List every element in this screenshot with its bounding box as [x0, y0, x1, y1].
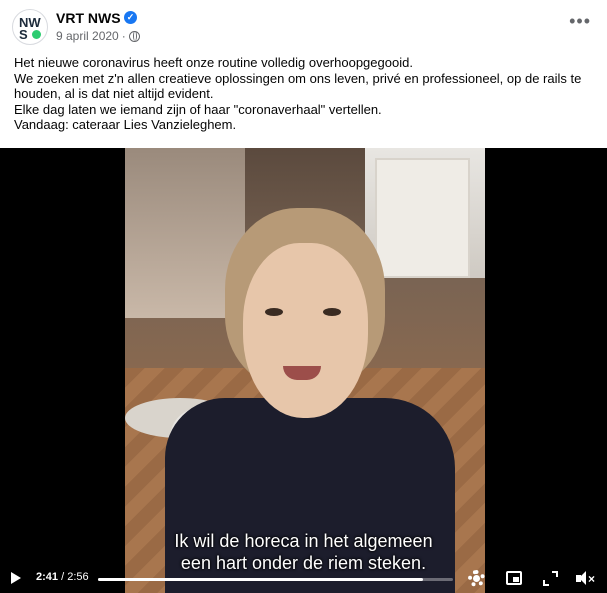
play-icon[interactable]	[11, 572, 21, 584]
video-scene-door	[375, 158, 470, 278]
video-person-eye	[265, 308, 283, 316]
post-date-link[interactable]: 9 april 2020	[56, 29, 119, 43]
video-person-face	[243, 243, 368, 418]
progress-fill	[98, 578, 423, 581]
more-options-button[interactable]: •••	[569, 12, 591, 30]
subtitle-line: Ik wil de horeca in het algemeen	[174, 531, 433, 551]
progress-bar[interactable]	[98, 578, 453, 581]
video-player[interactable]: Ik wil de horeca in het algemeen een har…	[0, 148, 607, 593]
verified-badge-icon: ✓	[124, 11, 137, 24]
post-text-line: Het nieuwe coronavirus heeft onze routin…	[14, 55, 413, 70]
globe-icon[interactable]	[128, 30, 140, 42]
pip-icon[interactable]	[506, 571, 522, 585]
video-controls: 2:41 / 2:56 ×	[0, 566, 607, 593]
page-avatar[interactable]: NW S	[12, 9, 48, 45]
video-frame[interactable]	[125, 148, 485, 593]
post-header: NW S VRT NWS ✓ 9 april 2020 · •••	[0, 0, 607, 48]
post-text-line: Elke dag laten we iemand zijn of haar "c…	[14, 101, 382, 117]
volume-muted-icon[interactable]: ×	[576, 571, 598, 587]
gear-icon[interactable]	[468, 570, 485, 587]
page-name-link[interactable]: VRT NWS	[56, 10, 121, 26]
post-meta: 9 april 2020 ·	[56, 29, 140, 43]
fullscreen-icon[interactable]	[543, 571, 558, 586]
meta-separator: ·	[121, 29, 126, 43]
avatar-dot-icon	[32, 30, 41, 39]
post-text-line: We zoeken met z'n allen creatieve oploss…	[14, 70, 582, 102]
video-time: 2:41 / 2:56	[36, 571, 89, 583]
total-time: 2:56	[67, 571, 89, 583]
video-person-eye	[323, 308, 341, 316]
post-text-line: Vandaag: cateraar Lies Vanzieleghem.	[14, 117, 237, 133]
post-text: Het nieuwe coronavirus heeft onze routin…	[14, 55, 599, 133]
time-separator: /	[61, 571, 65, 583]
avatar-text-bottom: S	[19, 27, 28, 42]
current-time: 2:41	[36, 571, 59, 583]
